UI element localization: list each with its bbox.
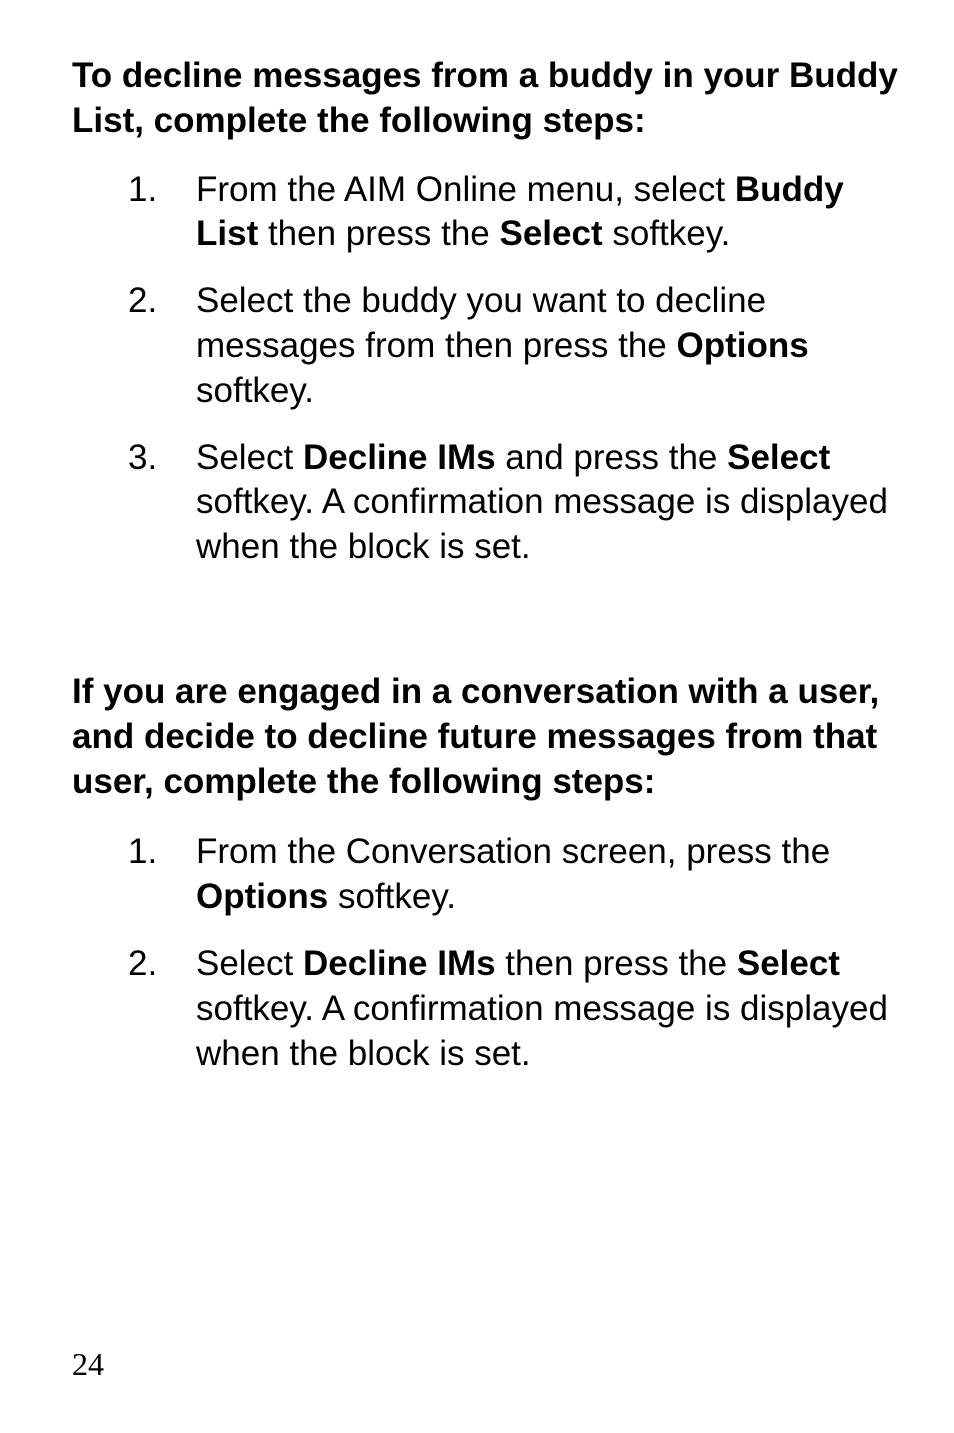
list-number: 3. — [128, 436, 178, 481]
list-item: 1. From the AIM Online menu, select Budd… — [128, 168, 906, 258]
list-number: 2. — [128, 942, 178, 987]
list-number: 2. — [128, 279, 178, 324]
list-text: From the AIM Online menu, select Buddy L… — [196, 170, 844, 254]
list-item: 2. Select the buddy you want to decline … — [128, 279, 906, 413]
list-number: 1. — [128, 168, 178, 213]
ordered-list-1: 1. From the AIM Online menu, select Budd… — [72, 168, 906, 570]
section-heading-2: If you are engaged in a conversation wit… — [72, 670, 906, 804]
list-item: 3. Select Decline IMs and press the Sele… — [128, 436, 906, 570]
page-number: 24 — [72, 1346, 104, 1383]
ordered-list-2: 1. From the Conversation screen, press t… — [72, 830, 906, 1076]
list-item: 1. From the Conversation screen, press t… — [128, 830, 906, 920]
list-text: Select Decline IMs and press the Select … — [196, 438, 888, 567]
list-text: Select Decline IMs then press the Select… — [196, 944, 888, 1073]
list-text: From the Conversation screen, press the … — [196, 832, 830, 916]
list-text: Select the buddy you want to decline mes… — [196, 281, 809, 410]
document-page: To decline messages from a buddy in your… — [0, 0, 954, 1433]
section-heading-1: To decline messages from a buddy in your… — [72, 54, 906, 144]
list-item: 2. Select Decline IMs then press the Sel… — [128, 942, 906, 1076]
list-number: 1. — [128, 830, 178, 875]
